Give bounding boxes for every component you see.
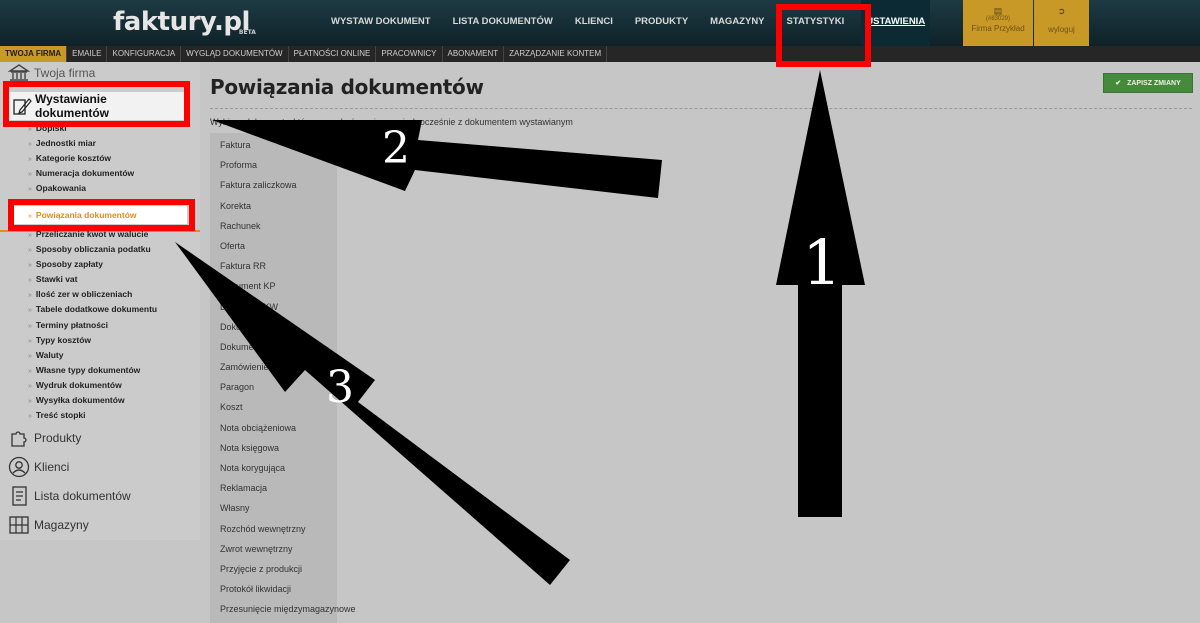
sidebar-item-kategorie-kosztow[interactable]: Kategorie kosztów bbox=[28, 151, 134, 166]
list-item[interactable]: Proforma bbox=[210, 155, 337, 175]
sidebar-category-lista-dokumentow[interactable]: Lista dokumentów bbox=[8, 483, 131, 509]
top-bar: faktury.pl BETA WYSTAW DOKUMENT LISTA DO… bbox=[0, 0, 1200, 46]
list-item[interactable]: Oferta bbox=[210, 236, 337, 256]
sidebar-item-ilosc-zer[interactable]: Ilość zer w obliczeniach bbox=[28, 287, 157, 302]
list-item[interactable]: Paragon bbox=[210, 377, 337, 397]
annotation-label-1: 1 bbox=[802, 226, 841, 299]
subnav-emaile[interactable]: EMAILE bbox=[67, 46, 108, 62]
user-circle-icon bbox=[8, 456, 30, 478]
list-item[interactable]: Rachunek bbox=[210, 216, 337, 236]
list-item[interactable]: Zamówienie bbox=[210, 357, 337, 377]
sidebar-category-klienci[interactable]: Klienci bbox=[8, 454, 69, 480]
save-label: ZAPISZ ZMIANY bbox=[1127, 79, 1181, 87]
sidebar-item-wlasne-typy[interactable]: Własne typy dokumentów bbox=[28, 363, 157, 378]
list-item[interactable]: Dokument PZ bbox=[210, 317, 337, 337]
logout-icon: ➲ bbox=[1057, 6, 1066, 16]
list-item[interactable]: Nota korygująca bbox=[210, 458, 337, 478]
list-item[interactable]: Nota księgowa bbox=[210, 438, 337, 458]
check-icon: ✔ bbox=[1115, 80, 1122, 87]
nav-lista-dokumentow[interactable]: LISTA DOKUMENTÓW bbox=[448, 0, 558, 46]
nav-klienci[interactable]: KLIENCI bbox=[570, 0, 618, 46]
nav-ustawienia[interactable]: USTAWIENIA bbox=[861, 0, 931, 46]
subnav-wyglad-dokumentow[interactable]: WYGLĄD DOKUMENTÓW bbox=[181, 46, 289, 62]
puzzle-icon bbox=[8, 427, 30, 449]
sidebar-item-sposoby-obliczania-podatku[interactable]: Sposoby obliczania podatku bbox=[28, 242, 157, 257]
list-item[interactable]: Faktura RR bbox=[210, 256, 337, 276]
nav-magazyny[interactable]: MAGAZYNY bbox=[705, 0, 769, 46]
firm-id: (#83029) bbox=[985, 16, 1011, 22]
sidebar-category-label: Lista dokumentów bbox=[34, 489, 131, 503]
sidebar-category-label: Magazyny bbox=[34, 518, 89, 532]
sidebar-subitems-before: Dopiski Jednostki miar Kategorie kosztów… bbox=[28, 121, 134, 196]
arrow-1-icon bbox=[776, 70, 865, 517]
document-type-list: Faktura Proforma Faktura zaliczkowa Kore… bbox=[210, 133, 356, 623]
annotation-box-ustawienia bbox=[776, 4, 871, 67]
sidebar-item-wysylka-dokumentow[interactable]: Wysyłka dokumentów bbox=[28, 393, 157, 408]
logout-label: wyloguj bbox=[1048, 25, 1075, 34]
annotation-label-2: 2 bbox=[382, 123, 410, 174]
sidebar-category-produkty[interactable]: Produkty bbox=[8, 425, 81, 451]
list-item[interactable]: Przyjęcie z produkcji bbox=[210, 559, 337, 579]
sidebar-category-label: Twoja firma bbox=[34, 66, 96, 80]
nav-wystaw-dokument[interactable]: WYSTAW DOKUMENT bbox=[326, 0, 436, 46]
sidebar-item-wydruk-dokumentow[interactable]: Wydruk dokumentów bbox=[28, 378, 157, 393]
firm-account-button[interactable]: ▤ (#83029) Firma Przykład bbox=[963, 0, 1033, 46]
sidebar-item-tresc-stopki[interactable]: Treść stopki bbox=[28, 408, 157, 423]
sidebar-item-terminy-platnosci[interactable]: Terminy płatności bbox=[28, 318, 157, 333]
sidebar-item-numeracja-dokumentow[interactable]: Numeracja dokumentów bbox=[28, 166, 134, 181]
warehouse-shelves-icon bbox=[8, 514, 30, 536]
sidebar-category-label: Klienci bbox=[34, 460, 70, 474]
list-item[interactable]: Reklamacja bbox=[210, 478, 337, 498]
firm-name: Firma Przykład bbox=[971, 24, 1025, 33]
save-changes-button[interactable]: ✔ ZAPISZ ZMIANY bbox=[1103, 73, 1193, 93]
sidebar-item-opakowania[interactable]: Opakowania bbox=[28, 181, 134, 196]
list-item[interactable]: Nota obciążeniowa bbox=[210, 418, 337, 438]
sidebar-item-typy-kosztow[interactable]: Typy kosztów bbox=[28, 333, 157, 348]
list-item[interactable]: Własny bbox=[210, 498, 337, 518]
sidebar-category-magazyny[interactable]: Magazyny bbox=[8, 512, 89, 538]
sidebar-item-tabele-dodatkowe[interactable]: Tabele dodatkowe dokumentu bbox=[28, 302, 157, 317]
list-item[interactable]: Przesunięcie międzymagazynowe bbox=[210, 599, 356, 619]
sidebar-item-waluty[interactable]: Waluty bbox=[28, 348, 157, 363]
subnav-zarzadzanie-kontem[interactable]: ZARZĄDZANIE KONTEM bbox=[504, 46, 608, 62]
list-item[interactable]: Faktura bbox=[210, 135, 337, 155]
sidebar-item-jednostki-miar[interactable]: Jednostki miar bbox=[28, 136, 134, 151]
annotation-box-wystawianie bbox=[3, 81, 190, 127]
list-item[interactable]: Dokument KP bbox=[210, 276, 337, 296]
list-item[interactable]: Koszt bbox=[210, 397, 337, 417]
logout-button[interactable]: ➲ wyloguj bbox=[1034, 0, 1089, 46]
nav-produkty[interactable]: PRODUKTY bbox=[630, 0, 693, 46]
sidebar-subitems-after: Przeliczanie kwot w walucie Sposoby obli… bbox=[28, 227, 157, 423]
list-item[interactable]: Faktura zaliczkowa bbox=[210, 175, 337, 195]
subnav-platnosci-online[interactable]: PŁATNOŚCI ONLINE bbox=[289, 46, 377, 62]
description-text: Wybierz dokumenty, które mogą być powiąz… bbox=[210, 117, 573, 127]
list-item[interactable]: Protokół likwidacji bbox=[210, 579, 337, 599]
list-item[interactable]: Dokument PZ bbox=[210, 337, 337, 357]
sidebar-item-stawki-vat[interactable]: Stawki vat bbox=[28, 272, 157, 287]
annotation-box-powiazania bbox=[8, 199, 195, 231]
logo-text: faktury.pl bbox=[113, 7, 250, 37]
list-item[interactable]: Zwrot wewnętrzny bbox=[210, 539, 337, 559]
subnav-twoja-firma[interactable]: TWOJA FIRMA bbox=[0, 46, 68, 62]
sidebar-category-label: Produkty bbox=[34, 431, 82, 445]
subnav-abonament[interactable]: ABONAMENT bbox=[443, 46, 505, 62]
settings-subnav: TWOJA FIRMA EMAILE KONFIGURACJA WYGLĄD D… bbox=[0, 46, 1200, 62]
list-item[interactable]: Dokument KW bbox=[210, 297, 337, 317]
document-list-icon bbox=[8, 485, 30, 507]
logo[interactable]: faktury.pl BETA bbox=[113, 7, 256, 37]
subnav-konfiguracja[interactable]: KONFIGURACJA bbox=[107, 46, 182, 62]
title-divider bbox=[210, 108, 1192, 109]
logo-badge: BETA bbox=[238, 29, 256, 36]
page-title: Powiązania dokumentów bbox=[210, 75, 484, 99]
list-item[interactable]: Rozchód wewnętrzny bbox=[210, 519, 337, 539]
subnav-pracownicy[interactable]: PRACOWNICY bbox=[376, 46, 443, 62]
sidebar-item-sposoby-zaplaty[interactable]: Sposoby zapłaty bbox=[28, 257, 157, 272]
list-item[interactable]: Korekta bbox=[210, 196, 337, 216]
